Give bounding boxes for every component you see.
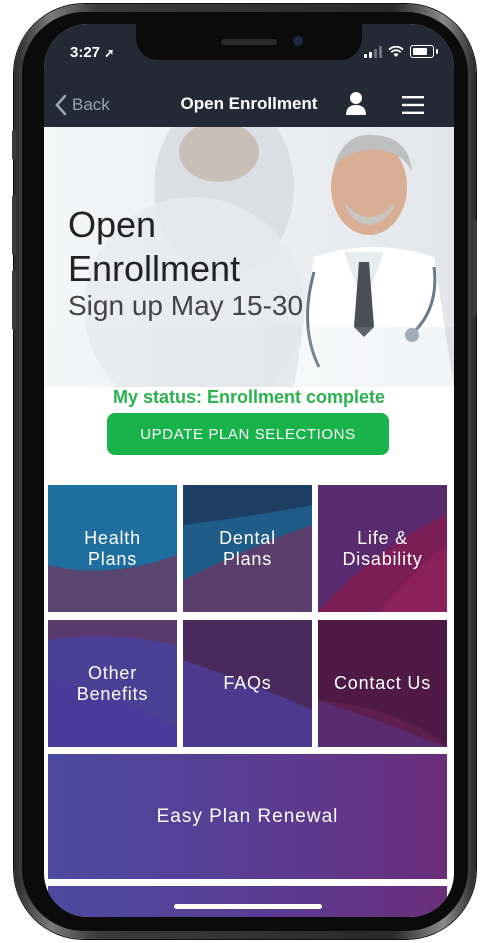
battery-icon [410, 45, 434, 58]
enrollment-status: My status: Enrollment complete [112, 387, 386, 407]
silent-switch [12, 130, 16, 160]
volume-up-button [12, 195, 16, 255]
tile-label: Other Benefits [77, 663, 148, 705]
home-indicator[interactable] [174, 904, 322, 909]
tile-label: Easy Plan Renewal [157, 806, 339, 827]
status-icons [364, 45, 438, 58]
app-screen: 3:27 ➚ Back Open Enrollment Open Enrollm… [44, 24, 454, 917]
hero-title-line-1: Open [68, 204, 157, 245]
top-bar: 3:27 ➚ Back Open Enrollment [44, 24, 454, 127]
user-profile-icon[interactable] [344, 90, 368, 116]
tile-label-line-2: Benefits [76, 683, 149, 704]
tile-label-line-1: Health [84, 527, 141, 548]
tile-label: FAQs [223, 673, 271, 694]
tile-label-line-1: Other [87, 662, 137, 683]
location-arrow-icon: ➚ [104, 46, 115, 60]
tile-easy-plan-renewal[interactable]: Easy Plan Renewal [48, 754, 447, 879]
cellular-signal-icon [364, 45, 382, 58]
navigation-bar: Back Open Enrollment [44, 84, 454, 127]
power-button [473, 220, 477, 315]
tile-partial[interactable] [48, 886, 447, 917]
tile-label-line-1: Contact Us [333, 673, 432, 693]
tile-contact-us[interactable]: Contact Us [318, 620, 447, 747]
notch [136, 24, 362, 60]
speaker-grille [221, 39, 277, 45]
tile-label-line-1: FAQs [223, 673, 272, 693]
tile-label-line-2: Disability [342, 548, 423, 569]
status-time: 3:27 ➚ [70, 44, 114, 61]
tile-dental-plans[interactable]: Dental Plans [183, 485, 312, 612]
hero-subtitle: Sign up May 15-30 [68, 290, 304, 321]
tile-label-line-1: Life & [357, 527, 408, 548]
front-camera [293, 36, 303, 46]
hero-banner: Open Enrollment Sign up May 15-30 [44, 127, 454, 387]
update-plan-selections-button[interactable]: UPDATE PLAN SELECTIONS [107, 413, 389, 455]
tile-label-line-1: Dental [219, 527, 276, 548]
tile-label-line-1: Easy Plan Renewal [156, 806, 339, 827]
battery-nub [436, 49, 438, 54]
tile-health-plans[interactable]: Health Plans [48, 485, 177, 612]
volume-down-button [12, 270, 16, 330]
tile-label: Contact Us [334, 673, 431, 694]
wifi-icon [388, 45, 404, 57]
status-time-text: 3:27 [70, 44, 101, 61]
hero-title: Open Enrollment [68, 203, 240, 291]
tile-label: Health Plans [84, 528, 141, 570]
nav-title: Open Enrollment [180, 94, 318, 113]
tile-label: Life & Disability [342, 528, 422, 570]
tile-label: Dental Plans [219, 528, 276, 570]
tile-life-disability[interactable]: Life & Disability [318, 485, 447, 612]
hamburger-menu-icon[interactable] [402, 96, 424, 114]
tile-label-line-2: Plans [222, 548, 273, 569]
tile-label-line-2: Plans [87, 548, 138, 569]
hero-title-line-2: Enrollment [68, 248, 241, 289]
tile-other-benefits[interactable]: Other Benefits [48, 620, 177, 747]
tile-faqs[interactable]: FAQs [183, 620, 312, 747]
